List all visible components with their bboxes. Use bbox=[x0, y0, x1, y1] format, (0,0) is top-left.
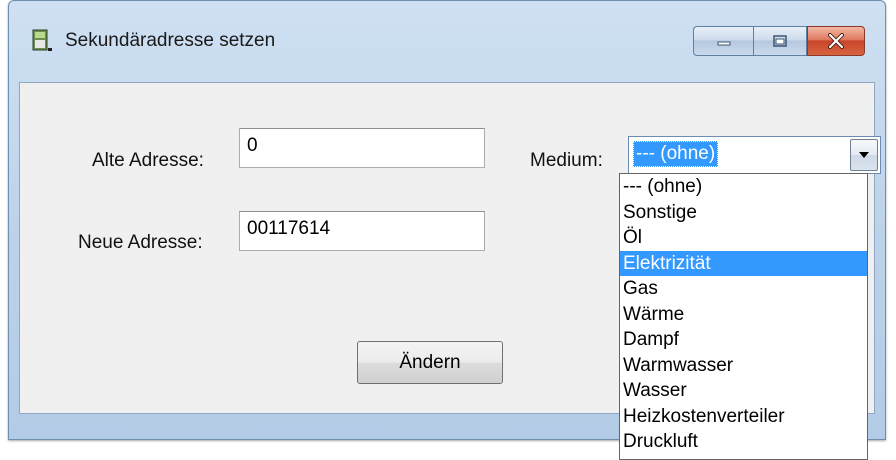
old-address-input[interactable]: 0 bbox=[239, 128, 485, 168]
new-address-label: Neue Adresse: bbox=[78, 232, 203, 253]
medium-selected-value: --- (ohne) bbox=[633, 141, 719, 167]
app-icon bbox=[32, 29, 52, 51]
maximize-button[interactable] bbox=[753, 26, 807, 56]
medium-option[interactable]: Sonstige bbox=[620, 200, 867, 226]
medium-option[interactable]: Heizkostenverteiler bbox=[620, 404, 867, 430]
window-controls bbox=[693, 26, 865, 56]
medium-option-highlighted[interactable]: Elektrizität bbox=[620, 250, 867, 276]
maximize-icon bbox=[773, 35, 787, 47]
medium-option[interactable]: Druckluft bbox=[620, 429, 867, 455]
medium-option[interactable]: Wasser bbox=[620, 378, 867, 404]
title-bar[interactable]: Sekundäradresse setzen bbox=[9, 1, 885, 81]
change-button[interactable]: Ändern bbox=[357, 341, 503, 384]
close-button[interactable] bbox=[807, 26, 865, 56]
medium-select[interactable]: --- (ohne) bbox=[628, 136, 881, 174]
medium-option[interactable]: --- (ohne) bbox=[620, 174, 867, 200]
old-address-label: Alte Adresse: bbox=[92, 150, 204, 171]
medium-option[interactable]: Dampf bbox=[620, 327, 867, 353]
new-address-input[interactable]: 00117614 bbox=[239, 211, 485, 251]
medium-label: Medium: bbox=[530, 150, 603, 171]
medium-option[interactable]: Gas bbox=[620, 276, 867, 302]
medium-dropdown-button[interactable] bbox=[850, 139, 878, 171]
close-icon bbox=[828, 33, 844, 49]
window-title: Sekundäradresse setzen bbox=[65, 30, 276, 51]
medium-option[interactable]: Öl bbox=[620, 225, 867, 251]
minimize-icon bbox=[717, 41, 730, 46]
minimize-button[interactable] bbox=[693, 26, 753, 56]
medium-option[interactable]: Wärme bbox=[620, 302, 867, 328]
chevron-down-icon bbox=[859, 152, 869, 158]
medium-option[interactable]: Warmwasser bbox=[620, 353, 867, 379]
medium-dropdown-list: --- (ohne) Sonstige Öl Elektrizität Gas … bbox=[619, 173, 868, 460]
